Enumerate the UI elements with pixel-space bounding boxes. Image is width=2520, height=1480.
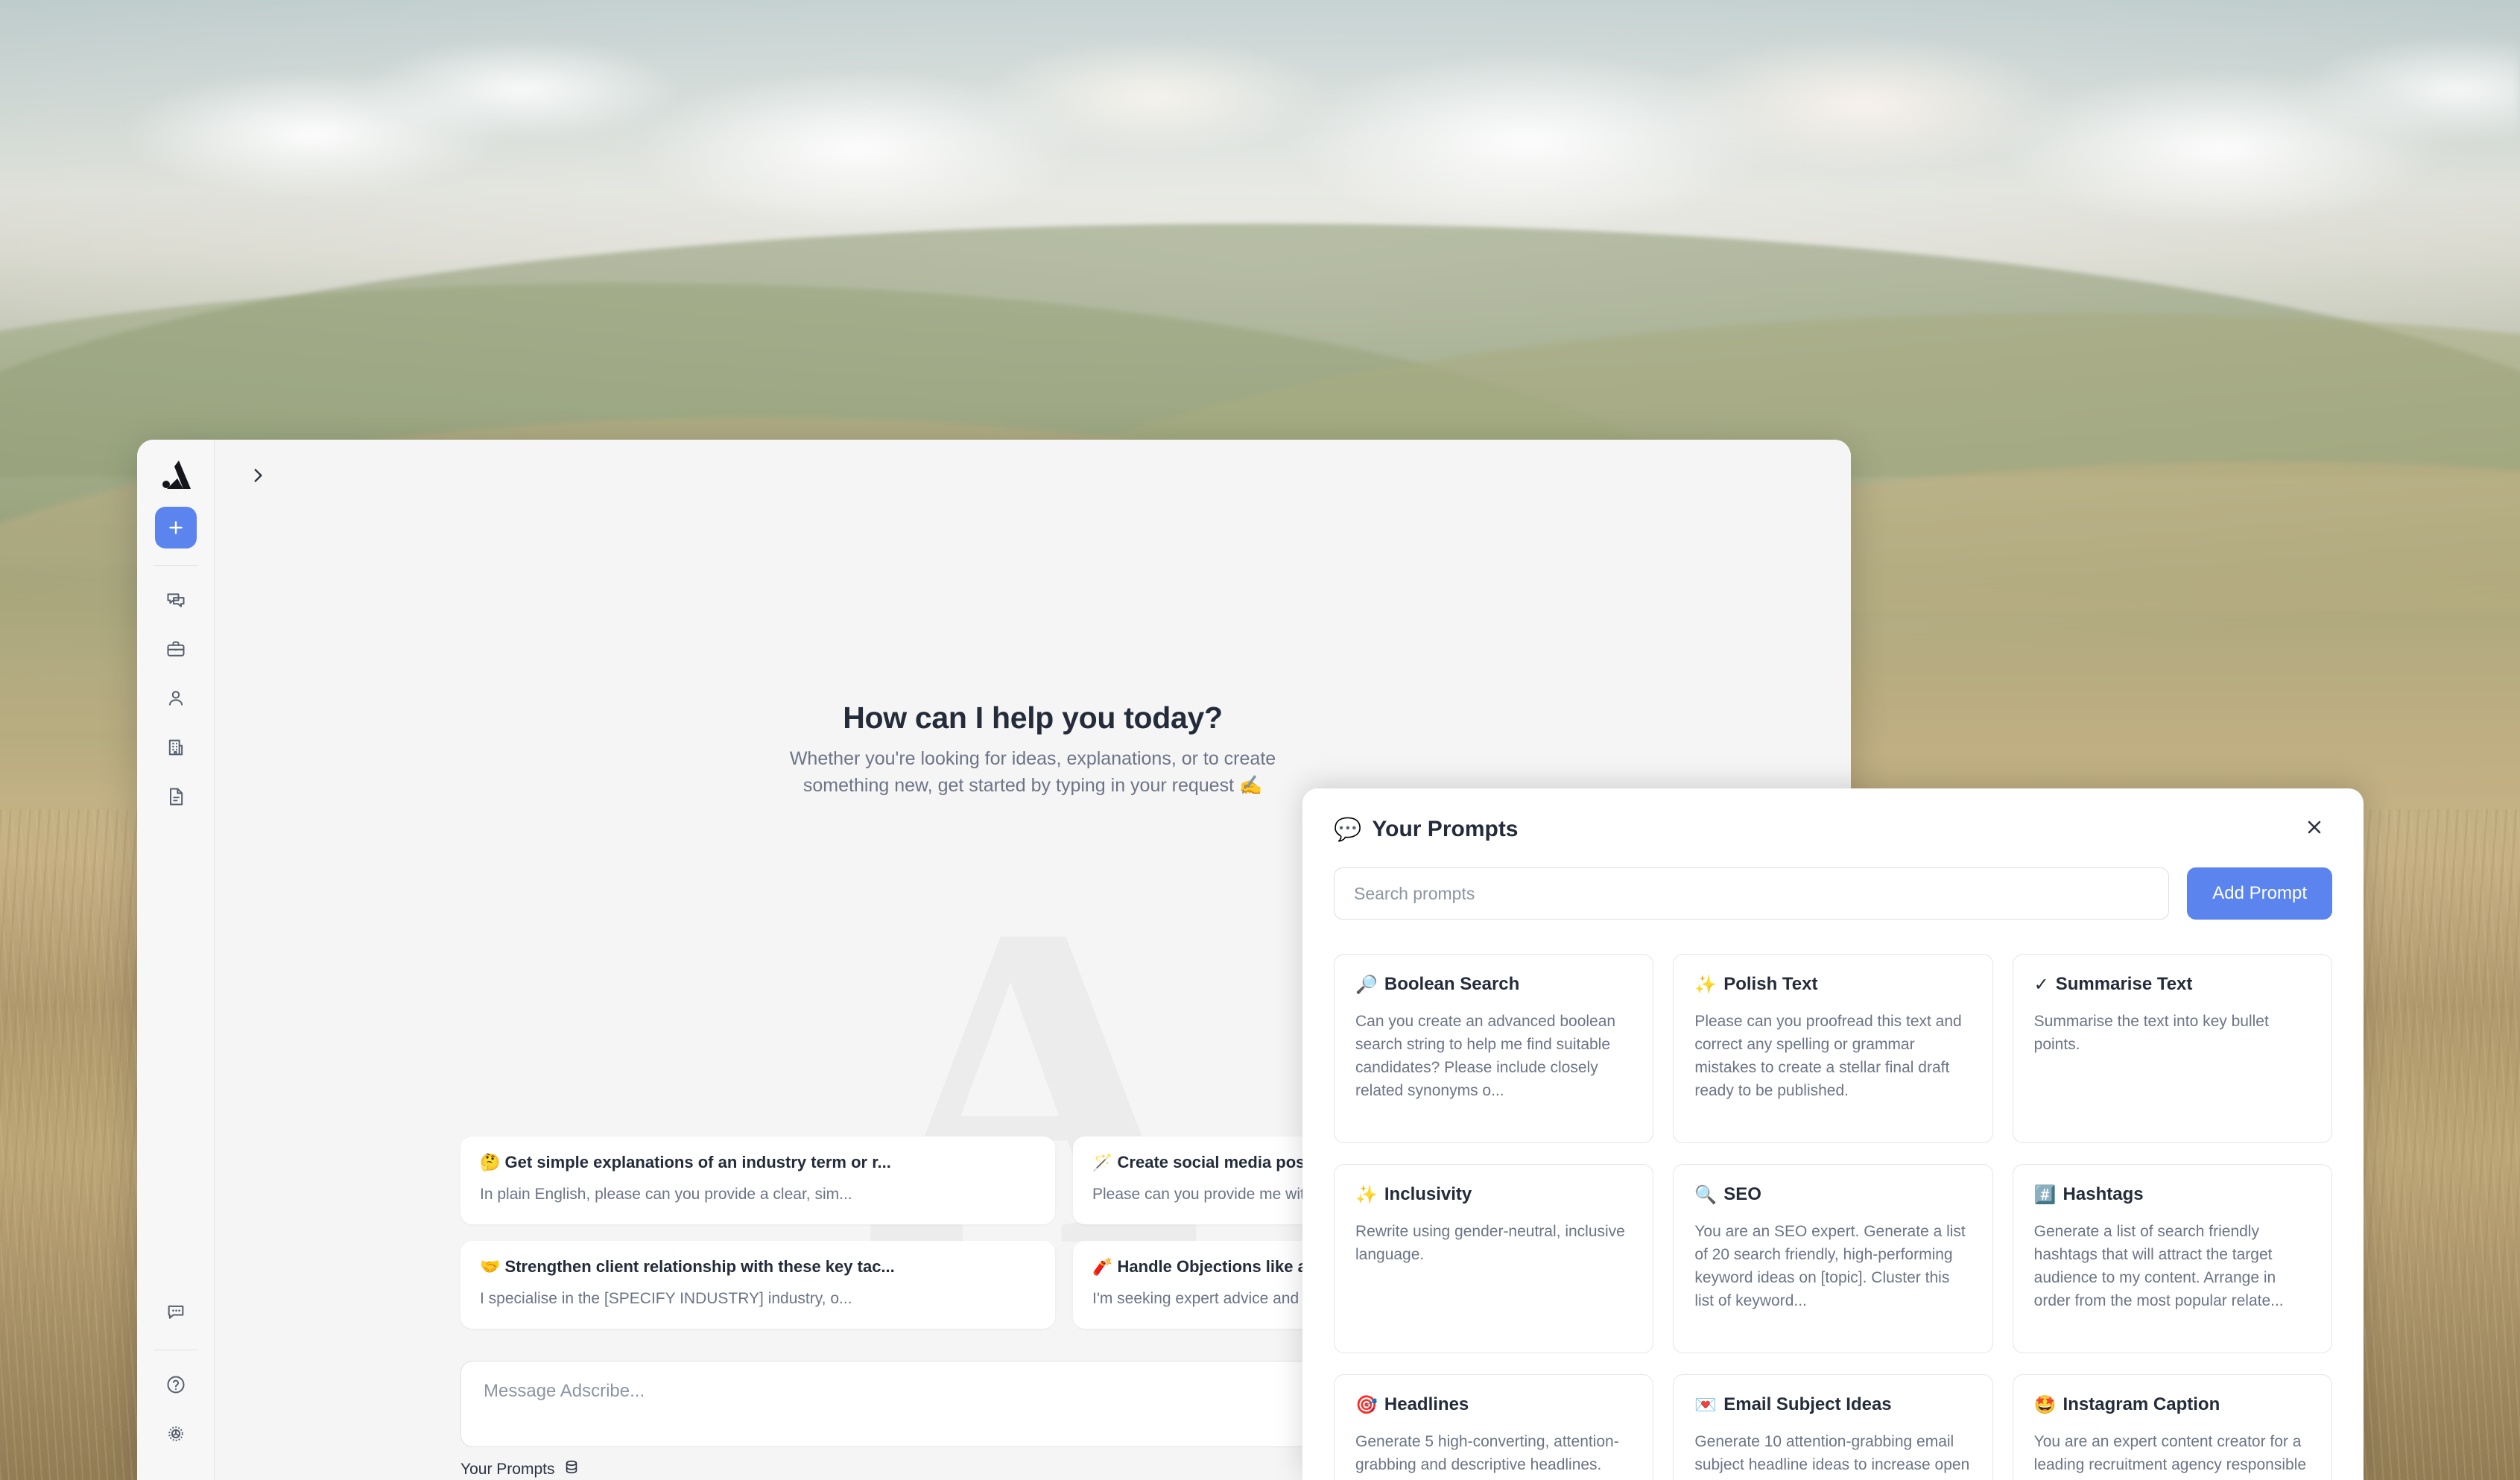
- prompt-card-title: 🔎 Boolean Search: [1355, 974, 1632, 995]
- adscribe-logo-icon: [156, 456, 195, 495]
- prompt-card[interactable]: 💌 Email Subject Ideas Generate 10 attent…: [1673, 1374, 1993, 1480]
- prompt-card-title-text: Headlines: [1384, 1394, 1469, 1414]
- close-icon[interactable]: [2296, 814, 2332, 845]
- left-rail: [137, 440, 215, 1480]
- prompt-card-desc: Summarise the text into key bullet point…: [2033, 1013, 2269, 1054]
- sidebar-item-conversations[interactable]: [155, 579, 197, 621]
- prompt-card-desc: Generate 10 attention-grabbing email sub…: [1694, 1433, 1970, 1480]
- prompt-card-title-text: Inclusivity: [1384, 1184, 1472, 1204]
- sidebar-item-documents[interactable]: [155, 776, 197, 818]
- panel-title-text: Your Prompts: [1372, 817, 1519, 841]
- prompt-card-title: ✓ Summarise Text: [2034, 974, 2311, 995]
- prompt-card-desc: Can you create an advanced boolean searc…: [1355, 1013, 1616, 1100]
- prompt-card-desc: Generate 5 high-converting, attention-gr…: [1355, 1433, 1619, 1474]
- sparkles-icon: ✨: [1694, 974, 1718, 995]
- sidebar-item-jobs[interactable]: [155, 628, 197, 670]
- sidebar-item-feedback[interactable]: [155, 1291, 197, 1333]
- page-title: How can I help you today?: [843, 701, 1223, 735]
- database-icon: [563, 1459, 580, 1480]
- prompt-card-title-text: Hashtags: [2062, 1184, 2144, 1204]
- panel-title: 💬 Your Prompts: [1334, 817, 1519, 843]
- prompt-card[interactable]: 🔎 Boolean Search Can you create an advan…: [1334, 954, 1654, 1143]
- sparkles-icon: ✨: [1355, 1184, 1378, 1205]
- page-subtitle: Whether you're looking for ideas, explan…: [789, 748, 1276, 796]
- panel-header: 💬 Your Prompts: [1334, 814, 2332, 845]
- prompt-card-desc: Generate a list of search friendly hasht…: [2033, 1223, 2284, 1310]
- rail-divider: [153, 565, 198, 566]
- sidebar-item-companies[interactable]: [155, 727, 197, 768]
- prompt-card-title: 💌 Email Subject Ideas: [1694, 1394, 1971, 1415]
- suggestion-desc: In plain English, please can you provide…: [480, 1186, 852, 1203]
- puzzle-icon: 🧨: [1092, 1258, 1113, 1277]
- sidebar-item-settings[interactable]: [155, 1413, 197, 1455]
- your-prompts-label: Your Prompts: [460, 1461, 555, 1478]
- suggestion-title: 🤔 Get simple explanations of an industry…: [480, 1153, 1036, 1172]
- new-chat-button[interactable]: [154, 507, 197, 548]
- check-mark-icon: ✓: [2033, 974, 2049, 995]
- love-letter-icon: 💌: [1694, 1394, 1718, 1415]
- prompt-card-title: 🎯 Headlines: [1355, 1394, 1632, 1415]
- prompt-card-title-text: Instagram Caption: [2062, 1394, 2220, 1414]
- prompt-card-title: 🤩 Instagram Caption: [2034, 1394, 2311, 1415]
- prompt-card-title-text: SEO: [1723, 1184, 1761, 1204]
- prompt-card[interactable]: ✨ Inclusivity Rewrite using gender-neutr…: [1334, 1164, 1654, 1353]
- hash-icon: #️⃣: [2033, 1184, 2057, 1205]
- suggestion-title-text: Get simple explanations of an industry t…: [504, 1153, 891, 1171]
- prompt-card-desc: Rewrite using gender-neutral, inclusive …: [1355, 1223, 1625, 1264]
- handshake-icon: 🤝: [480, 1258, 501, 1277]
- suggestion-card[interactable]: 🤝 Strengthen client relationship with th…: [460, 1241, 1055, 1329]
- prompt-card-desc: Please can you proofread this text and c…: [1694, 1013, 1962, 1100]
- greeting-block: How can I help you today? Whether you're…: [215, 701, 1851, 799]
- prompt-card[interactable]: ✨ Polish Text Please can you proofread t…: [1673, 954, 1993, 1143]
- magnifier-icon: 🔍: [1694, 1184, 1718, 1205]
- prompt-card-title: 🔍 SEO: [1694, 1184, 1971, 1205]
- prompt-card[interactable]: ✓ Summarise Text Summarise the text into…: [2012, 954, 2332, 1143]
- prompt-card[interactable]: 🔍 SEO You are an SEO expert. Generate a …: [1673, 1164, 1993, 1353]
- speech-bubble-icon: 💬: [1334, 816, 1362, 843]
- your-prompts-panel: 💬 Your Prompts Add Prompt 🔎 Boolean Sear…: [1302, 788, 2364, 1480]
- prompt-card-title: ✨ Polish Text: [1694, 974, 1971, 995]
- prompt-card-title-text: Boolean Search: [1384, 974, 1520, 994]
- expand-sidebar-button[interactable]: [243, 461, 273, 490]
- prompt-card-desc: You are an SEO expert. Generate a list o…: [1694, 1223, 1966, 1310]
- prompt-card[interactable]: 🤩 Instagram Caption You are an expert co…: [2012, 1374, 2332, 1480]
- prompt-card-title-text: Summarise Text: [2055, 974, 2193, 994]
- prompt-card-title-text: Polish Text: [1723, 974, 1818, 994]
- panel-search-row: Add Prompt: [1334, 867, 2332, 920]
- prompt-card[interactable]: 🎯 Headlines Generate 5 high-converting, …: [1334, 1374, 1654, 1480]
- sidebar-item-help[interactable]: [155, 1364, 197, 1405]
- add-prompt-button[interactable]: Add Prompt: [2187, 867, 2332, 920]
- suggestion-card[interactable]: 🤔 Get simple explanations of an industry…: [460, 1136, 1055, 1224]
- prompt-card-desc: You are an expert content creator for a …: [2033, 1433, 2307, 1480]
- thinking-face-icon: 🤔: [480, 1154, 501, 1172]
- magic-wand-icon: 🪄: [1092, 1154, 1113, 1172]
- prompt-card-grid: 🔎 Boolean Search Can you create an advan…: [1334, 954, 2332, 1480]
- star-struck-icon: 🤩: [2033, 1394, 2057, 1415]
- target-icon: 🎯: [1355, 1394, 1378, 1415]
- suggestion-title: 🤝 Strengthen client relationship with th…: [480, 1257, 1036, 1277]
- suggestion-title-text: Strengthen client relationship with thes…: [504, 1257, 895, 1276]
- search-input[interactable]: [1334, 867, 2170, 920]
- prompt-card[interactable]: #️⃣ Hashtags Generate a list of search f…: [2012, 1164, 2332, 1353]
- prompt-card-title-text: Email Subject Ideas: [1723, 1394, 1892, 1414]
- sidebar-item-candidates[interactable]: [155, 677, 197, 719]
- prompt-card-title: ✨ Inclusivity: [1355, 1184, 1632, 1205]
- magnifier-icon: 🔎: [1355, 974, 1378, 995]
- suggestion-desc: I specialise in the [SPECIFY INDUSTRY] i…: [480, 1290, 852, 1307]
- prompt-card-title: #️⃣ Hashtags: [2034, 1184, 2311, 1205]
